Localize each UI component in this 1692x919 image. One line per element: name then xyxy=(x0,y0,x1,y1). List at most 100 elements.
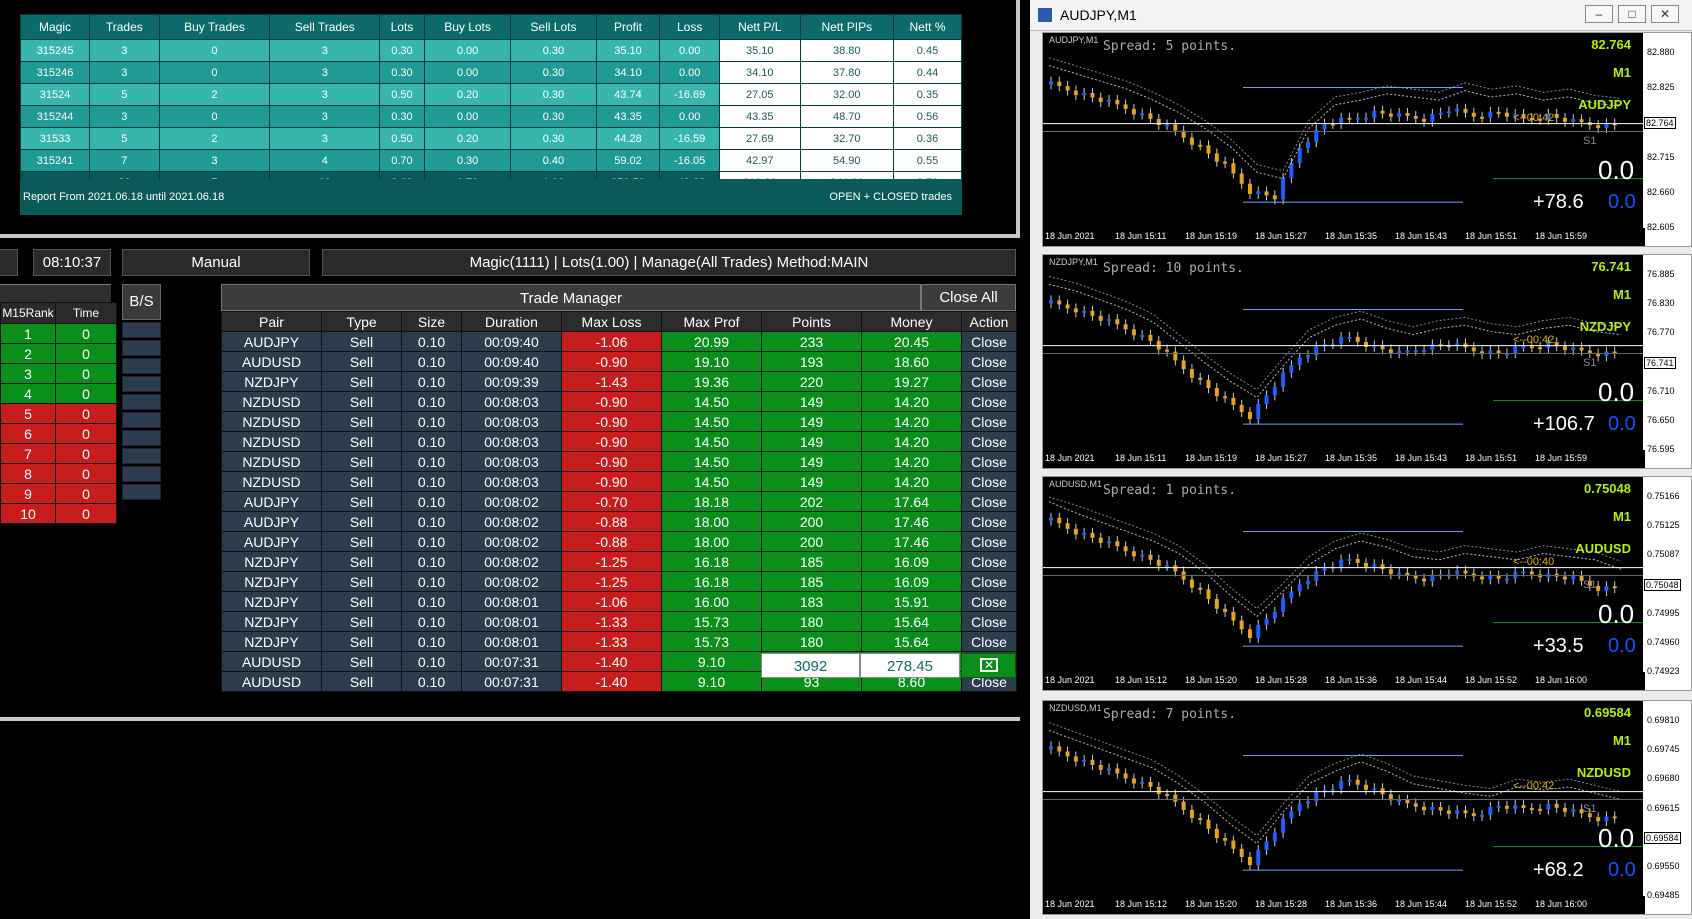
candle xyxy=(1612,586,1617,589)
trade-cell: 149 xyxy=(761,451,862,472)
rank-number: 2 xyxy=(0,343,56,364)
report-cell: 0.20 xyxy=(423,127,512,150)
report-cell: 0.00 xyxy=(659,61,720,84)
close-trade-button[interactable]: Close xyxy=(961,491,1017,512)
close-trade-button[interactable]: Close xyxy=(961,331,1017,352)
candle xyxy=(1281,372,1286,387)
chart-nzdusd[interactable]: NZDUSD,M1 Spread: 7 points. 0.69584 M1 NZDUS… xyxy=(1042,700,1692,915)
close-trade-button[interactable]: Close xyxy=(961,351,1017,372)
candle xyxy=(1339,117,1344,124)
price-tick: 76.885 xyxy=(1647,269,1675,279)
rank-time: 0 xyxy=(55,343,117,364)
chart-audusd[interactable]: AUDUSD,M1 Spread: 1 points. 0.75048 M1 AUDUS… xyxy=(1042,476,1692,691)
candle xyxy=(1305,801,1310,804)
price-axis: 82.880 82.825 82.764 82.715 82.660 82.605 xyxy=(1643,33,1691,246)
trade-row: AUDJPY Sell 0.10 00:08:02 -0.88 18.00 200 17.46… xyxy=(221,531,1017,552)
trade-cell: 16.00 xyxy=(661,591,762,612)
candle xyxy=(1546,803,1551,810)
close-trade-button[interactable]: Close xyxy=(961,611,1017,632)
trade-cell: 15.64 xyxy=(861,611,962,632)
candle xyxy=(1596,125,1601,129)
position-value: 0.0 xyxy=(1598,823,1635,854)
trade-cell: 0.10 xyxy=(401,411,462,432)
trade-cell: 233 xyxy=(761,331,862,352)
trade-cell: 17.46 xyxy=(861,511,962,532)
trade-cell: 00:08:02 xyxy=(461,531,562,552)
buy-sell-cell[interactable] xyxy=(122,484,161,500)
candle xyxy=(1264,395,1269,404)
candle xyxy=(1140,113,1145,116)
report-row: 315244 3 0 3 0.30 0.00 0.30 43.35 0.00 43.35 48.70… xyxy=(19,105,962,128)
price-tick: 76.741 xyxy=(1644,356,1676,369)
rank-row: 10 xyxy=(0,323,117,344)
trade-cell: 183 xyxy=(761,591,862,612)
trade-row: NZDJPY Sell 0.10 00:08:02 -1.25 16.18 185 16.09… xyxy=(221,571,1017,592)
buy-sell-cell[interactable] xyxy=(122,412,161,428)
close-trade-button[interactable]: Close xyxy=(961,371,1017,392)
candle xyxy=(1181,360,1186,370)
report-table: Magic Trades Buy Trades Sell Trades Lots Buy … xyxy=(19,14,962,194)
rank-header-strip xyxy=(0,284,111,303)
candle xyxy=(1090,92,1095,98)
close-all-button[interactable]: Close All xyxy=(921,284,1016,311)
minimize-button[interactable]: – xyxy=(1585,5,1613,23)
buy-sell-cell[interactable] xyxy=(122,394,161,410)
report-cell: 54.90 xyxy=(799,149,895,172)
report-cell: 0.55 xyxy=(893,149,962,172)
candle xyxy=(1131,551,1136,557)
buy-sell-cell[interactable] xyxy=(122,358,161,374)
buy-sell-cell[interactable] xyxy=(122,376,161,392)
close-trade-button[interactable]: Close xyxy=(961,431,1017,452)
candle xyxy=(1189,369,1194,378)
price-tick: 0.69584 xyxy=(1644,831,1681,844)
candle xyxy=(1140,781,1145,784)
candle xyxy=(1214,388,1219,397)
mode-button[interactable]: Manual xyxy=(122,249,310,276)
chart-symbol-label: AUDUSD,M1 xyxy=(1049,479,1103,489)
close-trade-button[interactable]: Close xyxy=(961,551,1017,572)
window-close-button[interactable]: ✕ xyxy=(1651,5,1679,23)
time-tick: 18 Jun 15:35 xyxy=(1325,453,1378,463)
trade-row: AUDUSD Sell 0.10 00:09:40 -0.90 19.10 193 18.60… xyxy=(221,351,1017,372)
buy-sell-cell[interactable] xyxy=(122,448,161,464)
report-cell: 32.70 xyxy=(799,127,895,150)
close-trade-button[interactable]: Close xyxy=(961,451,1017,472)
maximize-button[interactable]: □ xyxy=(1618,5,1646,23)
buy-sell-cell[interactable] xyxy=(122,430,161,446)
rank-row: 70 xyxy=(0,443,117,464)
trade-cell: 14.20 xyxy=(861,411,962,432)
candle xyxy=(1322,567,1327,571)
report-cell: 3 xyxy=(89,39,160,62)
candle xyxy=(1347,336,1352,339)
rank-time: 0 xyxy=(55,403,117,424)
candle xyxy=(1049,746,1053,750)
buy-sell-cell[interactable] xyxy=(122,466,161,482)
trades-col-header: Points xyxy=(761,311,862,332)
buy-sell-cell[interactable] xyxy=(122,340,161,356)
time-tick: 18 Jun 15:19 xyxy=(1185,453,1238,463)
close-trade-button[interactable]: Close xyxy=(961,411,1017,432)
rank-number: 9 xyxy=(0,483,56,504)
candle xyxy=(1223,396,1228,399)
candle xyxy=(1455,108,1460,112)
buy-sell-cell[interactable] xyxy=(122,322,161,338)
close-trade-button[interactable]: Close xyxy=(961,471,1017,492)
candle xyxy=(1231,397,1236,405)
candle xyxy=(1281,818,1286,833)
price-axis: 76.885 76.830 76.770 76.741 76.710 76.650 76.5… xyxy=(1643,255,1691,468)
close-trade-button[interactable]: Close xyxy=(961,631,1017,652)
candle xyxy=(1397,112,1402,117)
close-panel-button[interactable]: ✕ xyxy=(961,653,1016,678)
close-trade-button[interactable]: Close xyxy=(961,571,1017,592)
report-cell: 5 xyxy=(89,83,160,106)
close-trade-button[interactable]: Close xyxy=(961,391,1017,412)
chart-audjpy[interactable]: AUDJPY,M1 Spread: 5 points. 82.764 M1 AUDJPY… xyxy=(1042,32,1692,247)
report-cell: 48.70 xyxy=(799,105,895,128)
rank-number: 6 xyxy=(0,423,56,444)
chart-nzdjpy[interactable]: NZDJPY,M1 Spread: 10 points. 76.741 M1 NZDJP… xyxy=(1042,254,1692,469)
close-trade-button[interactable]: Close xyxy=(961,531,1017,552)
trade-cell: 180 xyxy=(761,611,862,632)
close-trade-button[interactable]: Close xyxy=(961,591,1017,612)
chart-area: AUDJPY,M1 – □ ✕ AUDJPY,M1 Spread: 5 point… xyxy=(1030,0,1692,919)
close-trade-button[interactable]: Close xyxy=(961,511,1017,532)
